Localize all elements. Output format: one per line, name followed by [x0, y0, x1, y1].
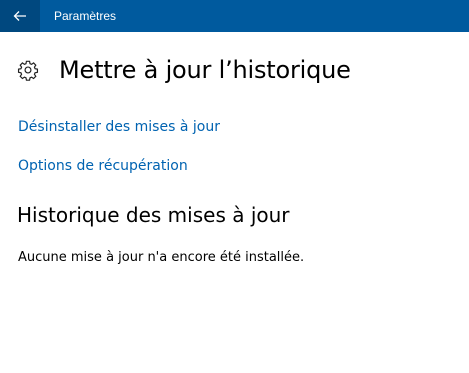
app-title: Paramètres: [54, 9, 117, 23]
title-bar: Paramètres: [0, 0, 469, 32]
arrow-left-icon: [13, 7, 27, 26]
back-button[interactable]: [0, 0, 40, 32]
gear-icon: [16, 58, 40, 82]
history-status-text: Aucune mise à jour n'a encore été instal…: [18, 250, 305, 265]
recovery-options-link[interactable]: Options de récupération: [18, 158, 188, 174]
page-title: Mettre à jour l’historique: [59, 56, 351, 84]
update-history-heading: Historique des mises à jour: [17, 203, 290, 227]
page-header: Mettre à jour l’historique: [16, 56, 351, 84]
uninstall-updates-link[interactable]: Désinstaller des mises à jour: [18, 119, 220, 135]
